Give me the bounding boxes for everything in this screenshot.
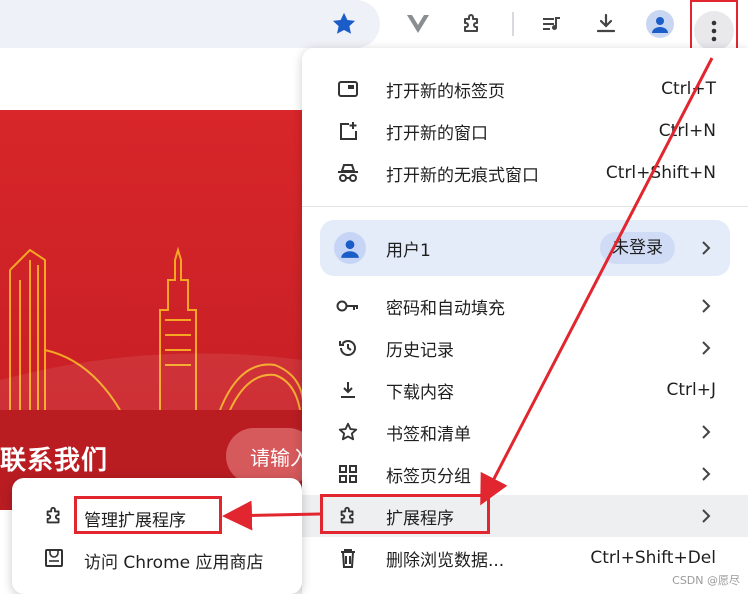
chevron-right-icon	[702, 467, 711, 481]
watermark: CSDN @愿尽	[672, 574, 740, 587]
download-icon[interactable]	[590, 8, 622, 40]
menu-shortcut: Ctrl+Shift+N	[605, 163, 716, 183]
profile-row[interactable]: 用户1 未登录	[320, 220, 730, 276]
extensions-icon[interactable]	[456, 8, 488, 40]
chevron-right-icon	[702, 241, 711, 255]
puzzle-icon	[42, 504, 66, 528]
menu-item-tab-groups[interactable]: 标签页分组	[302, 453, 748, 495]
page-search-text: 请输入	[250, 446, 310, 470]
chevron-right-icon	[702, 509, 711, 523]
menu-shortcut: Ctrl+N	[658, 121, 716, 141]
menu-item-history[interactable]: 历史记录	[302, 327, 748, 369]
menu-label: 打开新的窗口	[386, 123, 488, 144]
key-icon	[336, 294, 360, 318]
annotation-box-extensions	[320, 494, 490, 534]
menu-label: 删除浏览数据...	[386, 550, 505, 571]
new-window-icon	[336, 119, 360, 143]
menu-shortcut: Ctrl+Shift+Del	[590, 548, 716, 568]
toolbar-separator	[512, 12, 514, 36]
chevron-right-icon	[702, 299, 711, 313]
history-icon	[336, 336, 360, 360]
grid-icon	[336, 462, 360, 486]
star-icon[interactable]	[330, 10, 358, 38]
store-icon	[42, 546, 66, 570]
profile-name: 用户1	[386, 241, 431, 261]
page-header-area	[0, 48, 300, 111]
menu-item-passwords[interactable]: 密码和自动填充	[302, 285, 748, 327]
menu-label: 历史记录	[386, 340, 454, 361]
submenu-item-web-store[interactable]: 访问 Chrome 应用商店	[12, 538, 302, 578]
menu-shortcut: Ctrl+J	[666, 380, 716, 400]
menu-item-incognito[interactable]: 打开新的无痕式窗口 Ctrl+Shift+N	[302, 152, 748, 194]
menu-item-new-window[interactable]: 打开新的窗口 Ctrl+N	[302, 110, 748, 152]
menu-label: 打开新的无痕式窗口	[386, 165, 539, 186]
banner-image	[0, 110, 303, 410]
download-icon	[336, 378, 360, 402]
submenu-label: 访问 Chrome 应用商店	[84, 553, 264, 573]
chevron-right-icon	[702, 425, 711, 439]
vivaldi-icon[interactable]	[402, 8, 434, 40]
avatar	[646, 10, 674, 38]
star-outline-icon	[336, 420, 360, 444]
annotation-box-manage	[74, 496, 222, 534]
menu-label: 下载内容	[386, 382, 454, 403]
trash-icon	[336, 546, 360, 570]
browser-toolbar	[0, 0, 748, 62]
menu-item-new-tab[interactable]: 打开新的标签页 Ctrl+T	[302, 68, 748, 110]
menu-label: 书签和清单	[386, 424, 471, 445]
menu-label: 密码和自动填充	[386, 298, 505, 319]
profile-icon[interactable]	[644, 8, 676, 40]
media-icon[interactable]	[536, 8, 568, 40]
menu-item-bookmarks[interactable]: 书签和清单	[302, 411, 748, 453]
menu-label: 打开新的标签页	[386, 81, 505, 102]
contact-heading: 联系我们	[0, 446, 109, 476]
incognito-icon	[336, 161, 360, 185]
menu-item-downloads[interactable]: 下载内容 Ctrl+J	[302, 369, 748, 411]
address-bar[interactable]	[0, 0, 380, 48]
more-vert-icon	[694, 11, 734, 51]
new-tab-icon	[336, 77, 360, 101]
menu-label: 标签页分组	[386, 466, 471, 487]
sign-in-status-badge[interactable]: 未登录	[600, 232, 675, 264]
menu-shortcut: Ctrl+T	[661, 79, 716, 99]
menu-divider	[302, 206, 748, 207]
profile-avatar-icon	[334, 232, 366, 264]
chevron-right-icon	[702, 341, 711, 355]
